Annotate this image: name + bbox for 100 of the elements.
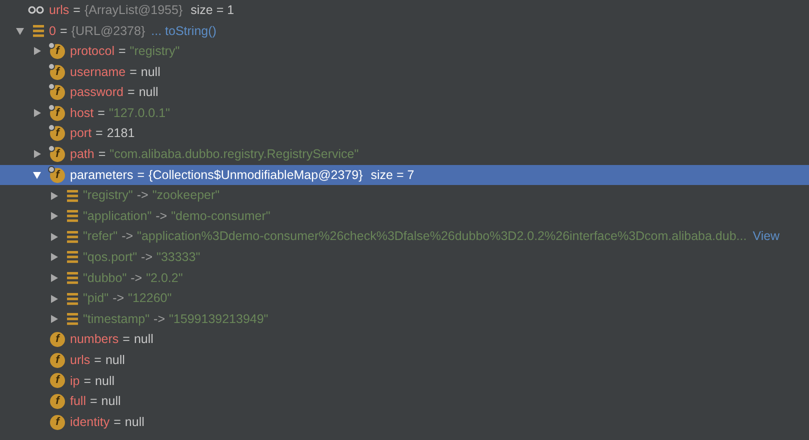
equals-sign: = bbox=[94, 352, 102, 370]
variable-value: {ArrayList@1955} bbox=[84, 2, 183, 19]
glasses-icon bbox=[28, 6, 44, 14]
equals-sign: = bbox=[128, 84, 135, 102]
variable-name: urls bbox=[49, 2, 70, 19]
expand-arrow-icon[interactable] bbox=[32, 46, 42, 56]
tree-row[interactable]: f ip = null bbox=[0, 370, 809, 392]
equals-sign: = bbox=[84, 372, 92, 390]
tree-row[interactable]: f full = null bbox=[0, 391, 809, 412]
variable-name: ip bbox=[70, 372, 80, 390]
equals-sign: = bbox=[96, 125, 103, 142]
tree-row[interactable]: f parameters = {Collections$UnmodifiableMap@2379} size = 7 bbox=[0, 164, 809, 186]
field-icon: f bbox=[50, 44, 65, 59]
tree-row[interactable]: "qos.port" -> "33333" bbox=[0, 247, 809, 268]
variable-name: port bbox=[70, 125, 92, 142]
expand-arrow-icon[interactable] bbox=[49, 294, 59, 304]
variable-name: username bbox=[70, 64, 126, 81]
entry-value: "1599139213949" bbox=[169, 310, 268, 328]
variable-name: numbers bbox=[70, 331, 119, 348]
field-icon: f bbox=[50, 373, 65, 388]
expand-arrow-icon[interactable] bbox=[49, 190, 59, 201]
variable-value: 2181 bbox=[106, 125, 135, 142]
variable-name: identity bbox=[70, 414, 110, 431]
field-icon: f bbox=[50, 64, 65, 80]
entry-key: "timestamp" bbox=[83, 310, 150, 329]
expand-arrow-icon[interactable] bbox=[49, 252, 59, 262]
tree-row[interactable]: "refer" -> "application%3Ddemo-consumer%26check%3Dfalse%26dubbo%3D2.0.2%26interface%3Dcom.alibaba.dub... View bbox=[0, 226, 809, 248]
variable-name: parameters bbox=[70, 166, 134, 184]
entry-value: "33333" bbox=[156, 249, 200, 266]
variable-name: 0 bbox=[49, 22, 56, 40]
equals-sign: = bbox=[122, 331, 130, 348]
entry-key: "application" bbox=[83, 206, 152, 226]
tree-row[interactable]: f password = null bbox=[0, 82, 809, 103]
variable-name: urls bbox=[70, 352, 90, 370]
variable-value: null bbox=[138, 84, 158, 102]
tree-row[interactable]: 0 = {URL@2378} ... toString() bbox=[0, 20, 809, 42]
entry-key: "refer" bbox=[83, 227, 118, 246]
collapse-arrow-icon[interactable] bbox=[32, 170, 42, 180]
variable-value: "registry" bbox=[130, 43, 180, 60]
tree-row[interactable]: f protocol = "registry" bbox=[0, 41, 809, 62]
tree-row[interactable]: f host = "127.0.0.1" bbox=[0, 102, 809, 124]
entry-key: "qos.port" bbox=[83, 248, 138, 267]
tree-row[interactable]: f path = "com.alibaba.dubbo.registry.RegistryService" bbox=[0, 144, 809, 165]
equals-sign: = bbox=[98, 104, 105, 122]
tree-row[interactable]: "registry" -> "zookeeper" bbox=[0, 185, 809, 206]
tree-row[interactable]: urls = {ArrayList@1955} size = 1 bbox=[0, 0, 809, 21]
list-icon bbox=[67, 210, 78, 222]
equals-sign: = bbox=[60, 22, 68, 40]
entry-key: "pid" bbox=[83, 289, 109, 308]
expand-arrow-icon[interactable] bbox=[49, 314, 59, 324]
variable-value: null bbox=[124, 414, 144, 431]
equals-sign: = bbox=[90, 393, 98, 410]
tree-row[interactable]: f numbers = null bbox=[0, 330, 809, 350]
field-icon: f bbox=[50, 332, 65, 348]
list-icon bbox=[33, 24, 44, 37]
expand-arrow-icon[interactable] bbox=[49, 211, 59, 222]
variable-name: password bbox=[70, 84, 124, 102]
field-icon: f bbox=[50, 126, 65, 142]
expand-arrow-icon[interactable] bbox=[32, 108, 42, 118]
entry-value: "zookeeper" bbox=[152, 187, 220, 204]
equals-sign: = bbox=[118, 43, 126, 60]
expand-arrow-icon[interactable] bbox=[49, 273, 59, 284]
tree-row[interactable]: f identity = null bbox=[0, 412, 809, 432]
list-icon bbox=[67, 313, 78, 326]
arrow-sign: -> bbox=[112, 290, 124, 308]
field-icon: f bbox=[50, 394, 65, 410]
tree-row[interactable]: "dubbo" -> "2.0.2" bbox=[0, 268, 809, 288]
variable-value: null bbox=[134, 331, 154, 348]
entry-key: "registry" bbox=[83, 186, 133, 206]
entry-value: "demo-consumer" bbox=[171, 208, 270, 225]
field-icon: f bbox=[50, 168, 65, 183]
list-icon bbox=[67, 292, 78, 305]
entry-key: "dubbo" bbox=[83, 268, 127, 288]
expand-arrow-icon[interactable] bbox=[32, 149, 42, 160]
tree-row[interactable]: f username = null bbox=[0, 62, 809, 82]
variable-value: null bbox=[95, 372, 115, 390]
arrow-sign: -> bbox=[156, 208, 168, 225]
variable-value: {Collections$UnmodifiableMap@2379} bbox=[148, 166, 363, 184]
tree-row[interactable]: f port = 2181 bbox=[0, 124, 809, 144]
field-icon: f bbox=[50, 106, 65, 121]
collapse-arrow-icon[interactable] bbox=[15, 26, 25, 36]
field-icon: f bbox=[50, 85, 65, 100]
arrow-sign: -> bbox=[154, 310, 165, 328]
variable-name: protocol bbox=[70, 43, 114, 60]
field-icon: f bbox=[50, 352, 65, 368]
tree-row[interactable]: "timestamp" -> "1599139213949" bbox=[0, 308, 809, 330]
equals-sign: = bbox=[114, 414, 121, 431]
tree-row[interactable]: f urls = null bbox=[0, 350, 809, 371]
entry-value: "12260" bbox=[128, 290, 172, 308]
arrow-sign: -> bbox=[130, 270, 142, 287]
variable-value: null bbox=[140, 64, 160, 81]
variable-name: path bbox=[70, 146, 94, 164]
variable-name: full bbox=[70, 393, 86, 410]
expand-arrow-icon[interactable] bbox=[49, 232, 59, 242]
tree-row[interactable]: "application" -> "demo-consumer" bbox=[0, 206, 809, 227]
list-icon bbox=[67, 230, 78, 243]
variable-value: {URL@2378} bbox=[71, 22, 146, 40]
list-icon bbox=[67, 272, 78, 284]
tree-row[interactable]: "pid" -> "12260" bbox=[0, 288, 809, 309]
variable-value: null bbox=[101, 393, 121, 410]
